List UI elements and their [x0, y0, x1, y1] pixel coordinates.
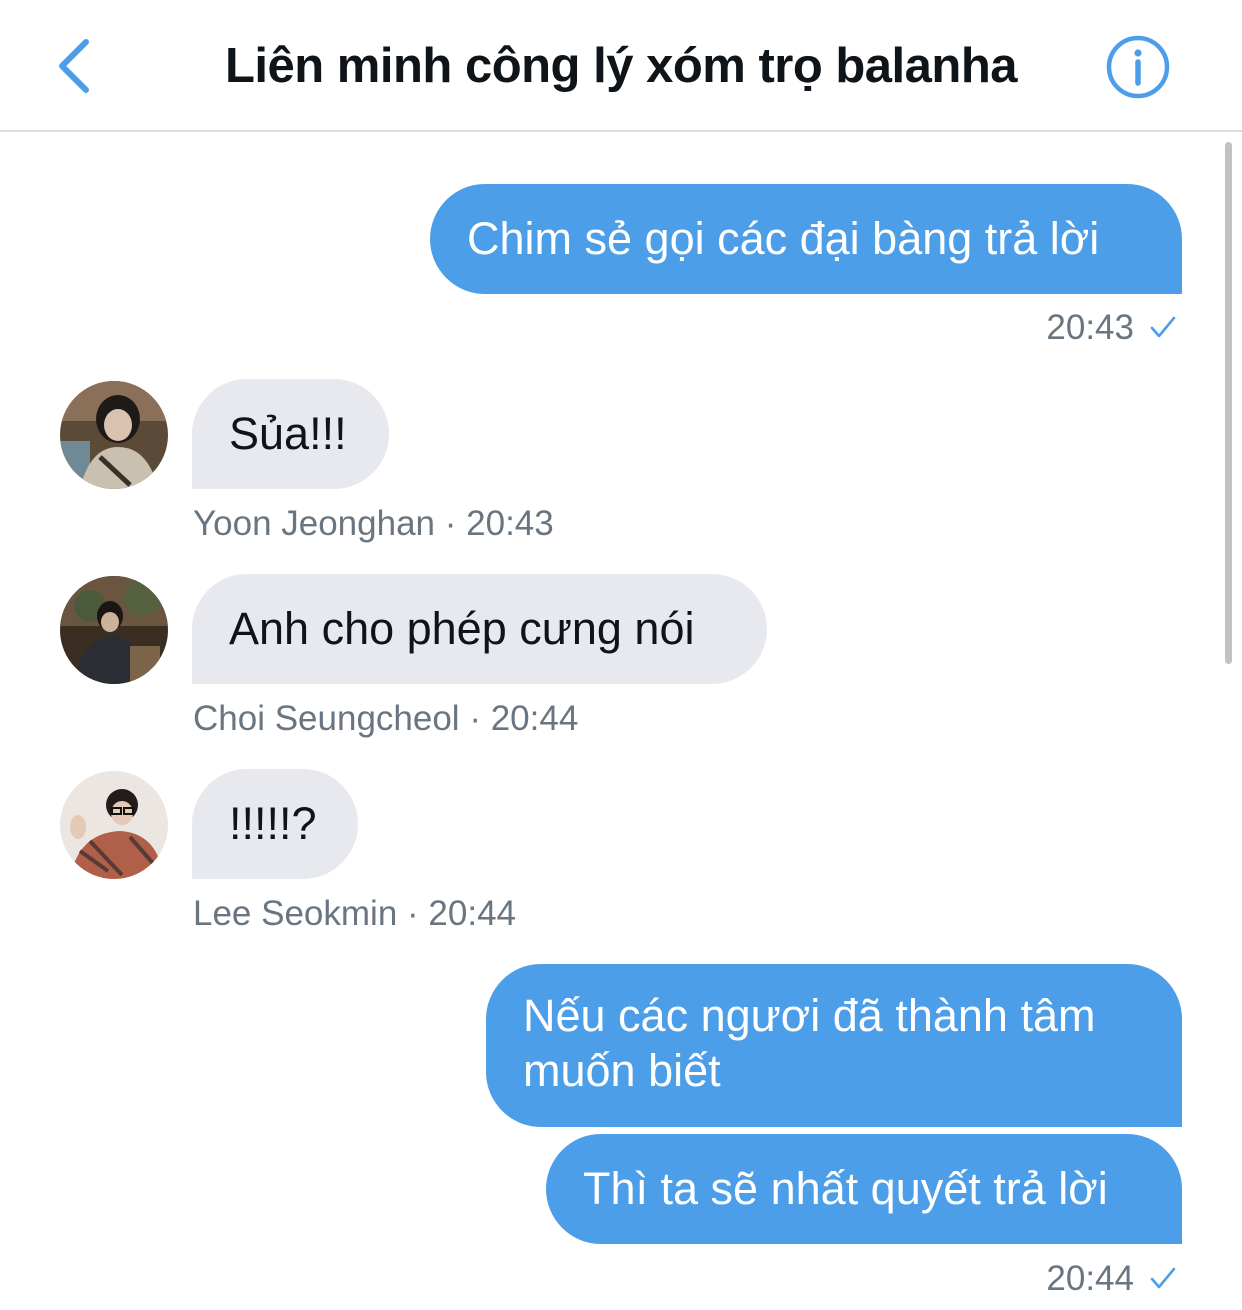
conversation-title[interactable]: Liên minh công lý xóm trọ balanha [130, 38, 1112, 94]
message-text-line: muốn biết [523, 1045, 721, 1096]
message-meta: Choi Seungcheol · 20:44 [193, 699, 578, 739]
chevron-left-icon [59, 39, 89, 93]
message-text: Chim sẻ gọi các đại bàng trả lời [467, 213, 1100, 264]
outgoing-message-bubble[interactable]: Nếu các ngươi đã thành tâm muốn biết [486, 964, 1182, 1127]
message-meta: 20:43 [1046, 308, 1178, 348]
message-time: 20:43 [466, 504, 554, 543]
back-button[interactable] [48, 34, 98, 98]
sender-name: Choi Seungcheol [193, 699, 460, 738]
avatar-choi-seungcheol[interactable] [60, 576, 168, 684]
outgoing-message-bubble[interactable]: Thì ta sẽ nhất quyết trả lời [546, 1134, 1182, 1244]
meta-separator: · [444, 504, 457, 543]
dm-conversation-screen: Liên minh công lý xóm trọ balanha Chim s… [0, 0, 1242, 1310]
message-time: 20:44 [428, 894, 517, 933]
conversation-header: Liên minh công lý xóm trọ balanha [0, 0, 1242, 132]
sender-name: Yoon Jeonghan [193, 504, 436, 543]
sent-check-icon [1150, 1267, 1176, 1289]
message-text: !!!!!? [229, 798, 317, 849]
message-text: Sủa!!! [229, 408, 347, 459]
message-time: 20:44 [490, 699, 579, 738]
avatar-lee-seokmin[interactable] [60, 771, 168, 879]
message-meta: Lee Seokmin · 20:44 [193, 894, 516, 934]
message-meta: Yoon Jeonghan · 20:43 [193, 504, 554, 544]
conversation-info-button[interactable] [1105, 34, 1171, 100]
outgoing-message-bubble[interactable]: Chim sẻ gọi các đại bàng trả lời [430, 184, 1182, 294]
message-text: Anh cho phép cưng nói [229, 603, 695, 654]
incoming-message-bubble[interactable]: Anh cho phép cưng nói [192, 574, 767, 684]
message-text: Thì ta sẽ nhất quyết trả lời [583, 1163, 1108, 1214]
sender-name: Lee Seokmin [193, 894, 398, 933]
sent-check-icon [1150, 316, 1176, 338]
message-text-line: Nếu các ngươi đã thành tâm [523, 990, 1096, 1041]
incoming-message-bubble[interactable]: !!!!!? [192, 769, 358, 879]
meta-separator: · [469, 699, 481, 738]
incoming-message-bubble[interactable]: Sủa!!! [192, 379, 389, 489]
avatar-yoon-jeonghan[interactable] [60, 381, 168, 489]
message-time: 20:43 [1046, 308, 1134, 347]
message-time: 20:44 [1046, 1259, 1134, 1298]
info-circle-icon [1106, 35, 1170, 99]
meta-separator: · [407, 894, 419, 933]
message-meta: 20:44 [1046, 1259, 1178, 1299]
scrollbar[interactable] [1225, 142, 1232, 664]
